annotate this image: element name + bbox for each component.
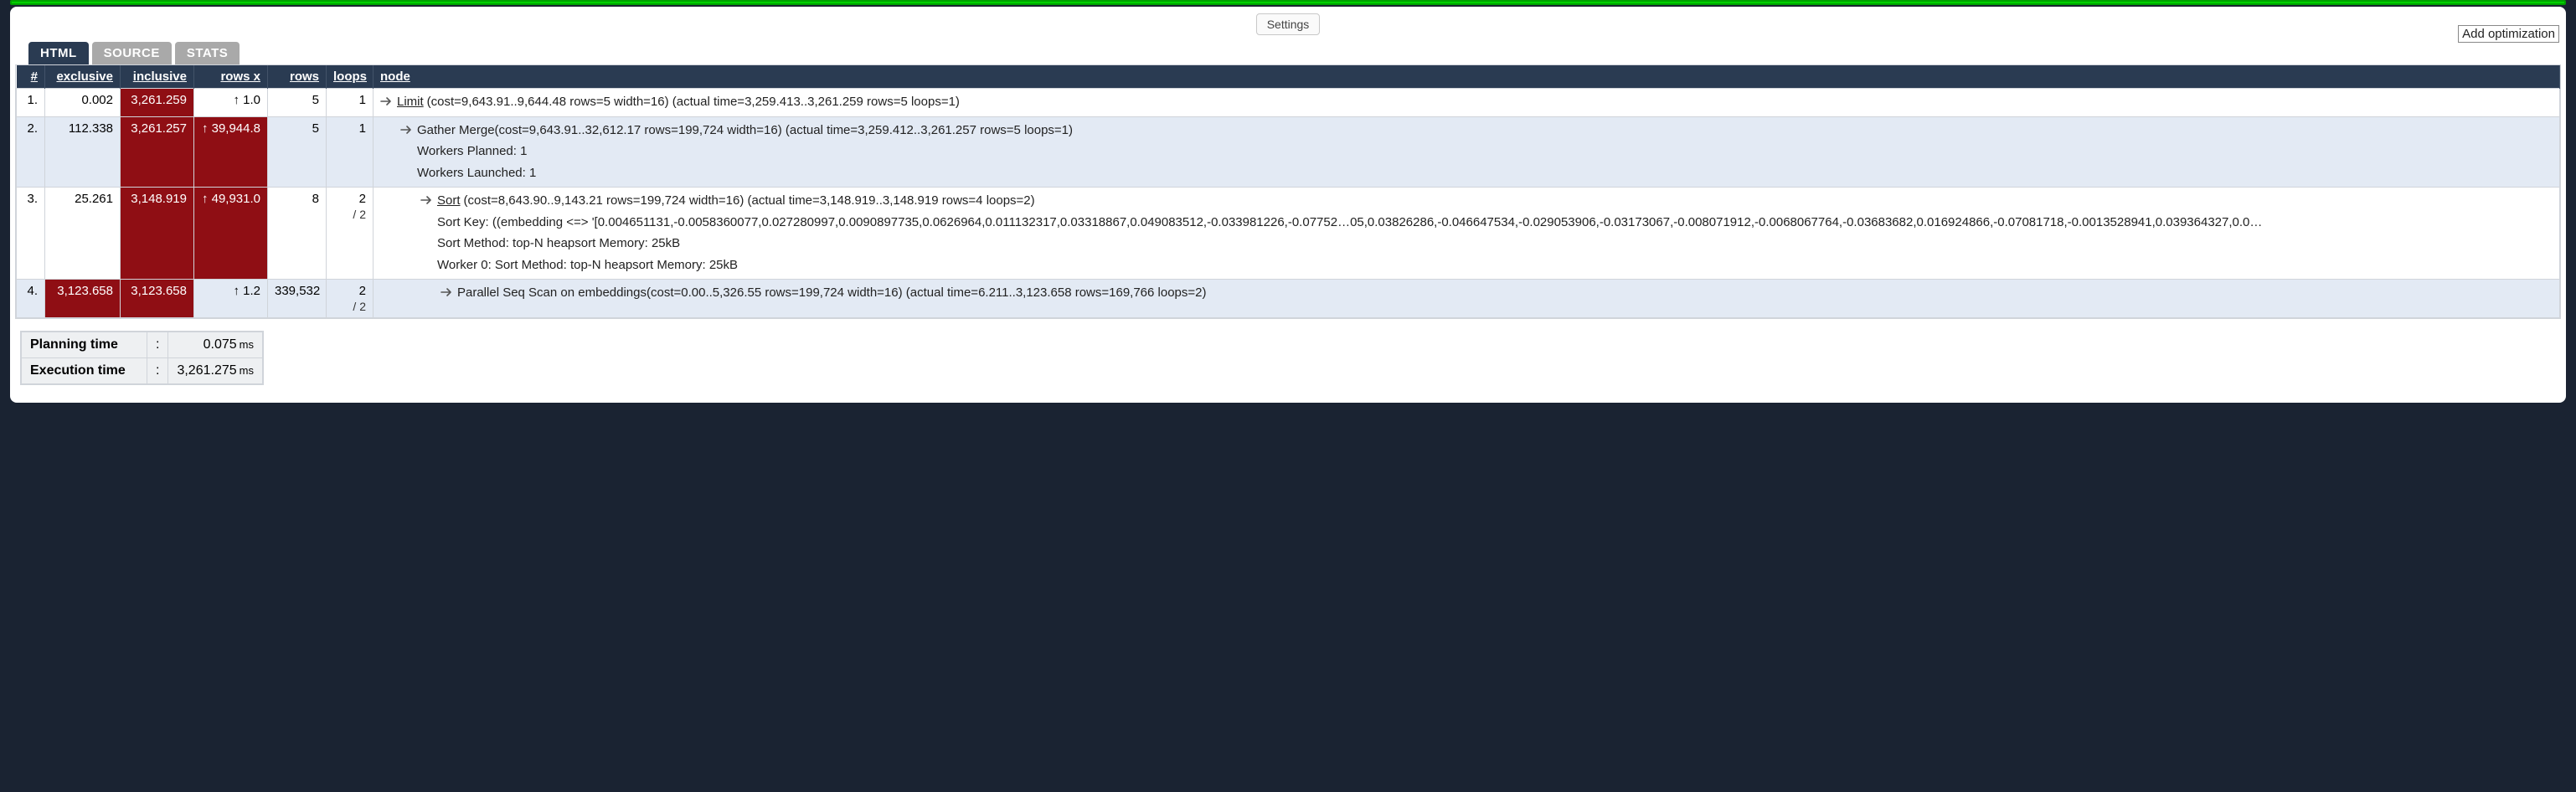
node-subline: Worker 0: Sort Method: top-N heapsort Me… xyxy=(437,256,738,275)
table-row: 4.3,123.6583,123.658↑ 1.2339,5322/ 2Para… xyxy=(17,280,2560,318)
node-detail: (cost=9,643.91..32,612.17 rows=199,724 w… xyxy=(495,121,1073,141)
view-tabs: HTML SOURCE STATS xyxy=(28,42,2561,64)
cell-loops: 1 xyxy=(327,116,374,188)
cell-rows: 8 xyxy=(268,188,327,280)
table-row: 3.25.2613,148.919↑ 49,931.082/ 2Sort (co… xyxy=(17,188,2560,280)
cell-loops: 2/ 2 xyxy=(327,188,374,280)
cell-loops: 1 xyxy=(327,89,374,117)
cell-inclusive: 3,261.257 xyxy=(121,116,194,188)
timing-summary: Planning time : 0.075ms Execution time :… xyxy=(20,331,264,385)
cell-node: Limit (cost=9,643.91..9,644.48 rows=5 wi… xyxy=(374,89,2560,117)
node-detail: (cost=0.00..5,326.55 rows=199,724 width=… xyxy=(647,284,1207,303)
node-name: Gather Merge xyxy=(417,121,495,141)
cell-exclusive: 112.338 xyxy=(45,116,121,188)
col-loops[interactable]: loops xyxy=(333,69,367,84)
cell-inclusive: 3,123.658 xyxy=(121,280,194,318)
plan-table: # exclusive inclusive rows x rows loops … xyxy=(16,65,2560,318)
colon: : xyxy=(147,332,168,358)
add-optimization-button[interactable]: Add optimization xyxy=(2458,25,2559,43)
cell-inclusive: 3,148.919 xyxy=(121,188,194,280)
cell-node: Parallel Seq Scan on embeddings (cost=0.… xyxy=(374,280,2560,318)
cell-idx: 3. xyxy=(17,188,45,280)
tab-html[interactable]: HTML xyxy=(28,42,89,64)
cell-rows: 5 xyxy=(268,89,327,117)
col-inclusive[interactable]: inclusive xyxy=(133,69,187,84)
cell-idx: 2. xyxy=(17,116,45,188)
colon: : xyxy=(147,358,168,384)
col-exclusive[interactable]: exclusive xyxy=(56,69,113,84)
cell-node: Sort (cost=8,643.90..9,143.21 rows=199,7… xyxy=(374,188,2560,280)
cell-node: Gather Merge (cost=9,643.91..32,612.17 r… xyxy=(374,116,2560,188)
table-row: 1.0.0023,261.259↑ 1.051Limit (cost=9,643… xyxy=(17,89,2560,117)
expand-arrow-icon[interactable] xyxy=(420,193,432,211)
tab-stats[interactable]: STATS xyxy=(175,42,240,64)
expand-arrow-icon[interactable] xyxy=(400,122,412,141)
table-row: 2.112.3383,261.257↑ 39,944.851Gather Mer… xyxy=(17,116,2560,188)
cell-rows-x: ↑ 1.2 xyxy=(194,280,268,318)
cell-exclusive: 3,123.658 xyxy=(45,280,121,318)
cell-rows-x: ↑ 1.0 xyxy=(194,89,268,117)
execution-time-value: 3,261.275ms xyxy=(168,358,263,384)
tab-source[interactable]: SOURCE xyxy=(92,42,172,64)
planning-time-label: Planning time xyxy=(22,332,147,358)
cell-idx: 4. xyxy=(17,280,45,318)
cell-loops: 2/ 2 xyxy=(327,280,374,318)
node-subline: Workers Launched: 1 xyxy=(417,164,536,183)
top-green-bar xyxy=(10,0,2566,5)
expand-arrow-icon[interactable] xyxy=(440,285,452,303)
col-node[interactable]: node xyxy=(380,69,410,84)
cell-rows: 339,532 xyxy=(268,280,327,318)
node-name: Parallel Seq Scan on embeddings xyxy=(457,284,647,303)
node-subline: Sort Key: ((embedding <=> '[0.004651131,… xyxy=(437,213,2262,233)
cell-rows-x: ↑ 39,944.8 xyxy=(194,116,268,188)
cell-exclusive: 25.261 xyxy=(45,188,121,280)
cell-exclusive: 0.002 xyxy=(45,89,121,117)
cell-inclusive: 3,261.259 xyxy=(121,89,194,117)
col-idx[interactable]: # xyxy=(31,69,38,84)
settings-button[interactable]: Settings xyxy=(1256,13,1321,35)
col-rows-x[interactable]: rows x xyxy=(220,69,260,84)
main-card: Settings Add optimization HTML SOURCE ST… xyxy=(10,7,2566,403)
cell-rows-x: ↑ 49,931.0 xyxy=(194,188,268,280)
cell-idx: 1. xyxy=(17,89,45,117)
cell-rows: 5 xyxy=(268,116,327,188)
node-subline: Sort Method: top-N heapsort Memory: 25kB xyxy=(437,234,680,254)
expand-arrow-icon[interactable] xyxy=(380,94,392,112)
execution-time-label: Execution time xyxy=(22,358,147,384)
node-name[interactable]: Sort xyxy=(437,192,461,211)
node-detail: (cost=9,643.91..9,644.48 rows=5 width=16… xyxy=(427,93,960,112)
node-name[interactable]: Limit xyxy=(397,93,424,112)
col-rows[interactable]: rows xyxy=(290,69,319,84)
node-detail: (cost=8,643.90..9,143.21 rows=199,724 wi… xyxy=(464,192,1035,211)
planning-time-value: 0.075ms xyxy=(168,332,263,358)
node-subline: Workers Planned: 1 xyxy=(417,142,527,162)
table-header-row: # exclusive inclusive rows x rows loops … xyxy=(17,65,2560,89)
